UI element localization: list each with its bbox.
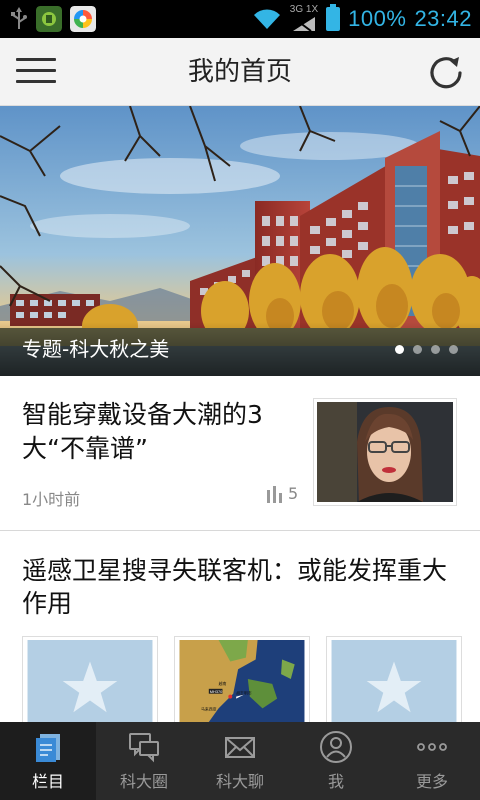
- news-item[interactable]: 智能穿戴设备大潮的3大“不靠谱” 1小时前 5: [0, 376, 480, 531]
- user-icon: [320, 731, 352, 763]
- map-label: 马来西亚: [201, 706, 217, 711]
- more-dots-icon: [417, 743, 447, 751]
- nav-item-more[interactable]: 更多: [384, 722, 480, 800]
- carousel-indicator[interactable]: [395, 345, 458, 354]
- news-thumbnail: [22, 636, 158, 726]
- carousel-dot[interactable]: [413, 345, 422, 354]
- thumbnail-image: [317, 402, 453, 502]
- news-item-title: 智能穿戴设备大潮的3大“不靠谱”: [22, 400, 263, 463]
- nav-label: 栏目: [31, 772, 64, 791]
- nav-item-me[interactable]: 我: [288, 722, 384, 800]
- map-label: MH370: [210, 689, 223, 694]
- app-header: 我的首页: [0, 38, 480, 106]
- map-label: 胡志明市: [236, 691, 252, 696]
- system-indicators: 3G 1X 100% 23:42: [252, 0, 472, 38]
- mobile-signal: 3G 1X: [290, 5, 318, 33]
- carousel-dot[interactable]: [449, 345, 458, 354]
- clock: 23:42: [414, 6, 472, 31]
- signal-icon: [292, 17, 315, 32]
- nav-label: 我: [327, 772, 344, 791]
- map-thumbnail: MH370 越南 胡志明市 马来西亚: [179, 640, 305, 722]
- wifi-icon: [253, 9, 280, 29]
- news-item-title: 遥感卫星搜寻失联客机：或能发挥重大作用: [22, 556, 448, 618]
- nav-label: 科大聊: [215, 772, 264, 791]
- news-item-time: 1小时前: [22, 490, 81, 509]
- news-thumbnail-row: MH370 越南 胡志明市 马来西亚: [22, 636, 462, 726]
- news-thumbnail: [326, 636, 462, 726]
- usb-icon: [11, 7, 27, 29]
- notification-icons: [10, 5, 96, 33]
- battery-percent: 100%: [348, 6, 407, 31]
- status-bar: 3G 1X 100% 23:42: [0, 0, 480, 38]
- chat-bubbles-icon: [129, 733, 159, 763]
- placeholder-star-icon: [331, 640, 457, 722]
- nav-item-columns[interactable]: 栏目: [0, 722, 96, 800]
- news-item[interactable]: 遥感卫星搜寻失联客机：或能发挥重大作用 MH370 越南 胡志明市 马来西亚: [0, 532, 480, 726]
- page-title: 我的首页: [187, 57, 292, 87]
- news-thumbnail: MH370 越南 胡志明市 马来西亚: [174, 636, 310, 726]
- carousel-dot[interactable]: [395, 345, 404, 354]
- bar-chart-icon: [267, 485, 282, 503]
- network-type: 3G 1X: [289, 4, 319, 15]
- nav-item-ustc-chat[interactable]: 科大聊: [192, 722, 288, 800]
- map-label: 越南: [219, 681, 227, 686]
- app-store-icon: [70, 6, 96, 32]
- featured-banner[interactable]: 专题-科大秋之美: [0, 106, 480, 376]
- placeholder-star-icon: [27, 640, 153, 722]
- banner-title: 专题-科大秋之美: [22, 337, 170, 361]
- refresh-icon[interactable]: [426, 53, 466, 93]
- envelope-icon: [225, 737, 255, 758]
- view-count-number: 5: [288, 484, 299, 503]
- nav-item-ustc-circle[interactable]: 科大圈: [96, 722, 192, 800]
- view-count: 5: [266, 484, 298, 503]
- news-thumbnail: [313, 398, 457, 506]
- bottom-navigation: 栏目 科大圈 科大聊 我 更多: [0, 722, 480, 800]
- app-notification-icon: [36, 6, 62, 32]
- carousel-dot[interactable]: [431, 345, 440, 354]
- nav-label: 更多: [415, 772, 448, 791]
- battery-icon: [326, 4, 341, 31]
- columns-icon: [36, 734, 60, 762]
- nav-label: 科大圈: [119, 772, 168, 791]
